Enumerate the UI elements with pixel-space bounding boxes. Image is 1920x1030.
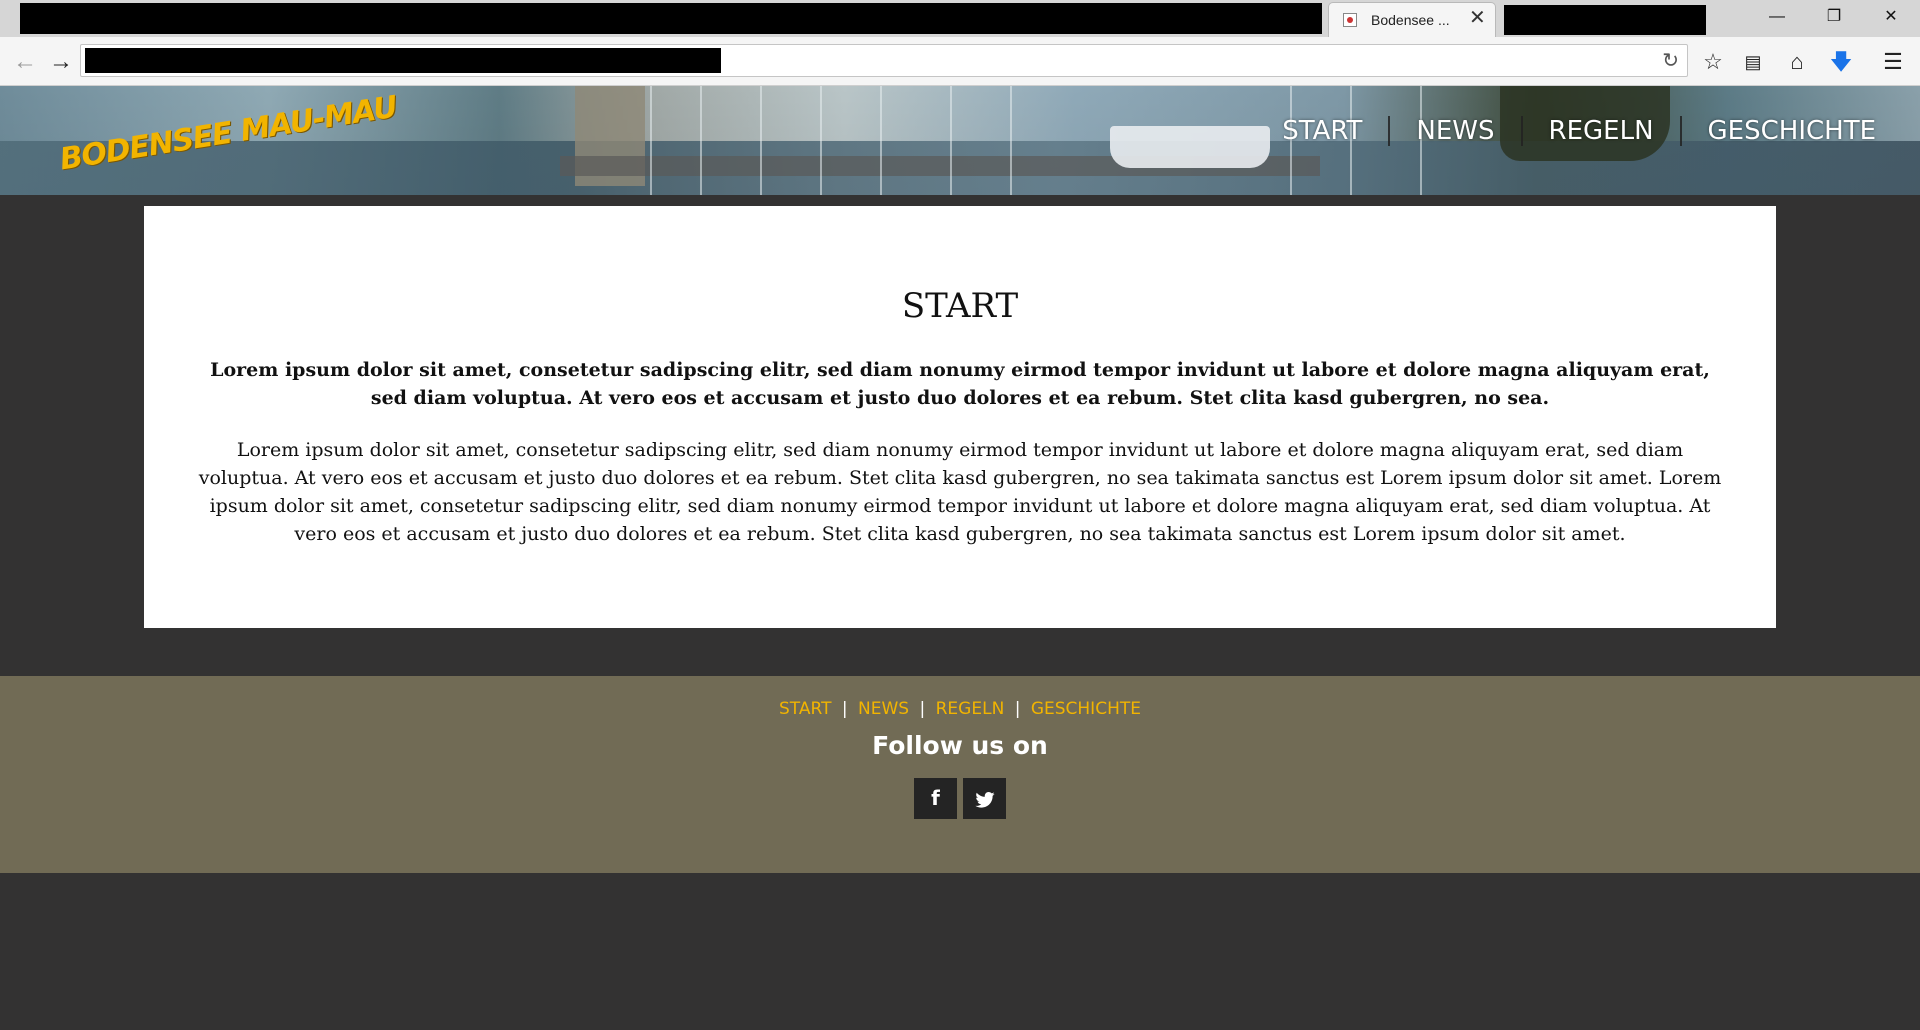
tab-close-icon[interactable]: ✕ (1469, 8, 1486, 28)
favicon-icon (1343, 13, 1357, 27)
forward-arrow-icon[interactable]: → (46, 47, 76, 77)
footer-link-geschichte[interactable]: GESCHICHTE (1031, 699, 1141, 719)
tab-title: Bodensee ... (1371, 12, 1450, 28)
menu-icon[interactable]: ☰ (1878, 47, 1908, 77)
address-bar[interactable]: ↻ (80, 44, 1688, 77)
restore-button[interactable]: ❐ (1811, 4, 1857, 30)
redacted-tab-area (20, 3, 1322, 34)
nav-divider (1388, 116, 1391, 146)
nav-divider (1520, 116, 1523, 146)
nav-regeln[interactable]: REGELN (1549, 116, 1654, 146)
back-arrow-icon[interactable]: ← (10, 47, 40, 77)
nav-start[interactable]: START (1282, 116, 1362, 146)
reload-icon[interactable]: ↻ (1662, 47, 1679, 75)
content-card: START Lorem ipsum dolor sit amet, conset… (144, 206, 1776, 628)
close-window-button[interactable]: ✕ (1868, 4, 1914, 30)
hero-banner: BODENSEE MAU-MAU START NEWS REGELN GESCH… (0, 86, 1920, 195)
hero-ship (1110, 126, 1270, 168)
main-nav: START NEWS REGELN GESCHICHTE (1282, 116, 1876, 146)
nav-divider (1679, 116, 1682, 146)
hero-mast (950, 86, 952, 195)
body-paragraph: Lorem ipsum dolor sit amet, consetetur s… (198, 439, 1722, 545)
site-footer: START | NEWS | REGELN | GESCHICHTE Follo… (0, 676, 1920, 873)
hero-mast (760, 86, 762, 195)
facebook-icon[interactable]: f (914, 778, 957, 819)
footer-link-start[interactable]: START (779, 699, 831, 719)
twitter-icon[interactable] (963, 778, 1006, 819)
hero-mast (650, 86, 652, 195)
footer-link-regeln[interactable]: REGELN (936, 699, 1005, 719)
footer-separator: | (919, 699, 926, 719)
nav-geschichte[interactable]: GESCHICHTE (1708, 116, 1876, 146)
hero-mast (880, 86, 882, 195)
footer-separator: | (1014, 699, 1021, 719)
browser-toolbar: ← → ↻ ☆ ▤ ⌂ 🡇 ☰ (0, 37, 1920, 86)
hero-mast (1010, 86, 1012, 195)
browser-tab-bar: Bodensee ... ✕ — ❐ ✕ (0, 0, 1920, 37)
nav-news[interactable]: NEWS (1416, 116, 1494, 146)
home-icon[interactable]: ⌂ (1782, 47, 1812, 77)
follow-heading: Follow us on (872, 731, 1048, 760)
twitter-bird-icon (974, 791, 995, 808)
page-title: START (901, 286, 1019, 326)
footer-separator: | (841, 699, 848, 719)
redacted-url (85, 48, 721, 73)
social-links: f (0, 778, 1920, 819)
active-tab[interactable]: Bodensee ... ✕ (1328, 2, 1496, 37)
download-icon[interactable]: 🡇 (1826, 47, 1856, 77)
minimize-button[interactable]: — (1754, 4, 1800, 30)
reading-list-icon[interactable]: ▤ (1738, 47, 1768, 77)
redacted-tab (1504, 5, 1706, 35)
hero-mast (820, 86, 822, 195)
lead-paragraph: Lorem ipsum dolor sit amet, consetetur s… (210, 359, 1710, 409)
hero-mast (700, 86, 702, 195)
footer-nav: START | NEWS | REGELN | GESCHICHTE (0, 699, 1920, 719)
footer-link-news[interactable]: NEWS (858, 699, 909, 719)
bookmark-star-icon[interactable]: ☆ (1698, 47, 1728, 77)
